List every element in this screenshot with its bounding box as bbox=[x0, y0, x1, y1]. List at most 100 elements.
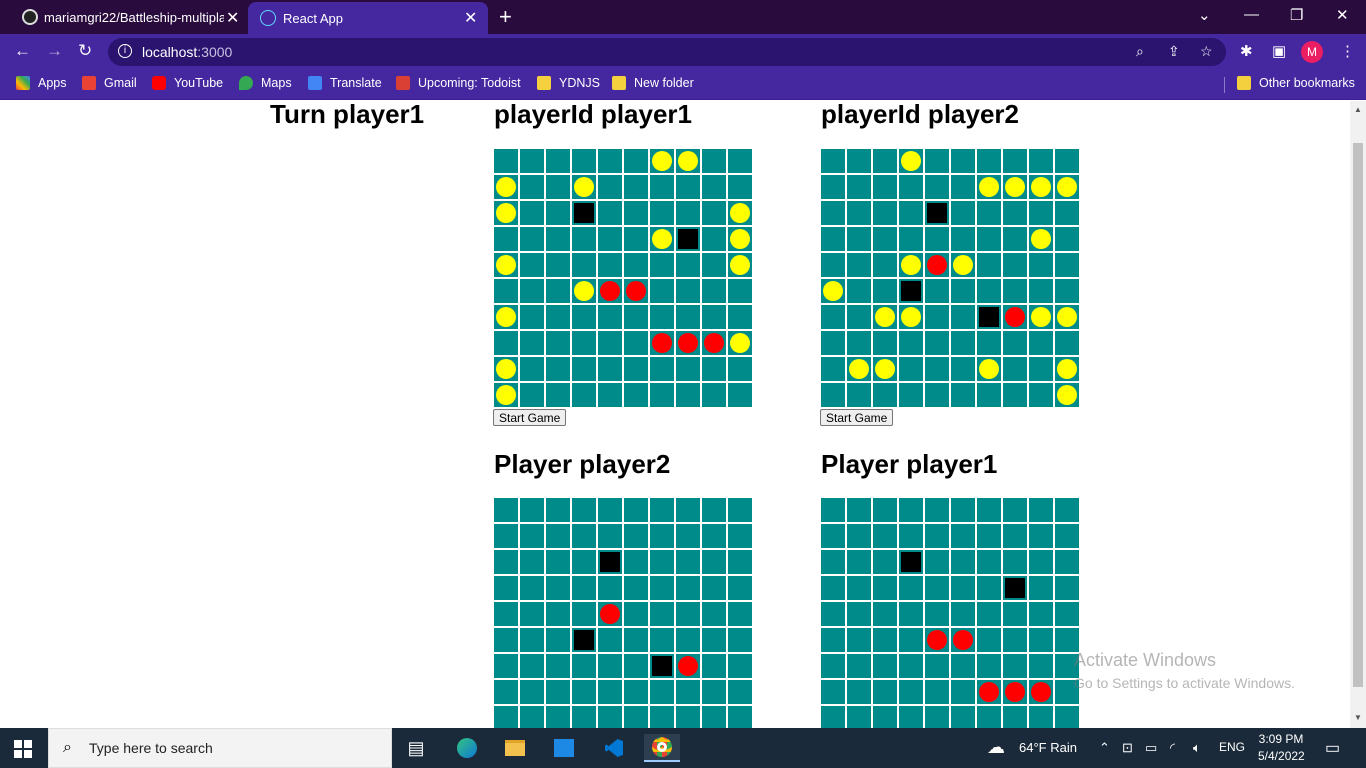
board-cell[interactable] bbox=[598, 576, 622, 600]
zoom-icon[interactable]: ⌕ bbox=[1136, 43, 1144, 60]
board-cell[interactable] bbox=[650, 550, 674, 574]
board-cell[interactable] bbox=[925, 383, 949, 407]
bookmark-gmail[interactable]: Gmail bbox=[82, 76, 137, 90]
board-cell[interactable] bbox=[873, 498, 897, 522]
board-cell[interactable] bbox=[1055, 227, 1079, 251]
board-cell[interactable] bbox=[899, 279, 923, 303]
board-cell[interactable] bbox=[1055, 357, 1079, 381]
board-cell[interactable] bbox=[899, 175, 923, 199]
board-cell[interactable] bbox=[925, 680, 949, 704]
board-cell[interactable] bbox=[520, 201, 544, 225]
board-cell[interactable] bbox=[520, 331, 544, 355]
board-cell[interactable] bbox=[821, 227, 845, 251]
board-cell[interactable] bbox=[650, 331, 674, 355]
board-cell[interactable] bbox=[899, 680, 923, 704]
board-cell[interactable] bbox=[728, 524, 752, 548]
close-tab-icon[interactable]: ✕ bbox=[226, 8, 239, 28]
restore-icon[interactable]: ❐ bbox=[1290, 6, 1303, 24]
board-cell[interactable] bbox=[951, 253, 975, 277]
board-cell[interactable] bbox=[925, 149, 949, 173]
board-cell[interactable] bbox=[598, 201, 622, 225]
board-cell[interactable] bbox=[1029, 305, 1053, 329]
board-cell[interactable] bbox=[676, 680, 700, 704]
url-bar[interactable]: i localhost:3000 ⌕ ⇪ ☆ bbox=[108, 38, 1226, 66]
board-cell[interactable] bbox=[1055, 331, 1079, 355]
board-cell[interactable] bbox=[546, 550, 570, 574]
board-cell[interactable] bbox=[899, 524, 923, 548]
board-cell[interactable] bbox=[650, 279, 674, 303]
board-cell[interactable] bbox=[702, 201, 726, 225]
reload-icon[interactable]: ↻ bbox=[78, 41, 92, 61]
board-cell[interactable] bbox=[925, 550, 949, 574]
tab-search-chevron-icon[interactable]: ⌄ bbox=[1198, 6, 1211, 24]
board-cell[interactable] bbox=[650, 227, 674, 251]
board-cell[interactable] bbox=[951, 654, 975, 678]
board-cell[interactable] bbox=[494, 227, 518, 251]
board-cell[interactable] bbox=[1055, 498, 1079, 522]
board-cell[interactable] bbox=[951, 680, 975, 704]
start-game-button-player1[interactable]: Start Game bbox=[493, 409, 567, 426]
board-cell[interactable] bbox=[598, 149, 622, 173]
board-cell[interactable] bbox=[624, 654, 648, 678]
board-cell[interactable] bbox=[1003, 279, 1027, 303]
board-cell[interactable] bbox=[847, 201, 871, 225]
board-cell[interactable] bbox=[728, 654, 752, 678]
board-cell[interactable] bbox=[728, 628, 752, 652]
board-cell[interactable] bbox=[899, 383, 923, 407]
weather-text[interactable]: 64°F Rain bbox=[1019, 740, 1077, 755]
board-cell[interactable] bbox=[977, 383, 1001, 407]
board-cell[interactable] bbox=[925, 253, 949, 277]
board-cell[interactable] bbox=[1029, 383, 1053, 407]
board-cell[interactable] bbox=[847, 279, 871, 303]
board-cell[interactable] bbox=[977, 227, 1001, 251]
board-cell[interactable] bbox=[925, 498, 949, 522]
board-cell[interactable] bbox=[925, 201, 949, 225]
board-cell[interactable] bbox=[624, 227, 648, 251]
board-cell[interactable] bbox=[676, 227, 700, 251]
board-cell[interactable] bbox=[572, 680, 596, 704]
board-cell[interactable] bbox=[821, 654, 845, 678]
board-cell[interactable] bbox=[572, 602, 596, 626]
board-cell[interactable] bbox=[520, 279, 544, 303]
media-player-icon[interactable] bbox=[546, 734, 582, 762]
board-cell[interactable] bbox=[873, 357, 897, 381]
board-cell[interactable] bbox=[977, 550, 1001, 574]
board-cell[interactable] bbox=[925, 331, 949, 355]
board-cell[interactable] bbox=[520, 602, 544, 626]
board-cell[interactable] bbox=[951, 331, 975, 355]
back-icon[interactable]: ← bbox=[14, 41, 31, 61]
board-cell[interactable] bbox=[951, 201, 975, 225]
board-cell[interactable] bbox=[494, 550, 518, 574]
board-cell[interactable] bbox=[702, 628, 726, 652]
board-cell[interactable] bbox=[572, 331, 596, 355]
board-cell[interactable] bbox=[951, 357, 975, 381]
board-cell[interactable] bbox=[572, 524, 596, 548]
board-cell[interactable] bbox=[598, 680, 622, 704]
board-cell[interactable] bbox=[728, 227, 752, 251]
board-cell[interactable] bbox=[728, 305, 752, 329]
board-cell[interactable] bbox=[598, 253, 622, 277]
board-cell[interactable] bbox=[925, 628, 949, 652]
board-cell[interactable] bbox=[1055, 253, 1079, 277]
board-cell[interactable] bbox=[598, 628, 622, 652]
board-cell[interactable] bbox=[598, 524, 622, 548]
board-cell[interactable] bbox=[598, 175, 622, 199]
taskbar-search-box[interactable]: ⌕ Type here to search bbox=[48, 728, 392, 768]
board-cell[interactable] bbox=[624, 550, 648, 574]
board-cell[interactable] bbox=[977, 149, 1001, 173]
edge-icon[interactable] bbox=[449, 734, 485, 762]
board-cell[interactable] bbox=[728, 680, 752, 704]
board-cell[interactable] bbox=[925, 227, 949, 251]
board-cell[interactable] bbox=[873, 279, 897, 303]
board-cell[interactable] bbox=[546, 706, 570, 728]
board-cell[interactable] bbox=[728, 576, 752, 600]
board-cell[interactable] bbox=[847, 175, 871, 199]
board-cell[interactable] bbox=[1003, 149, 1027, 173]
board-cell[interactable] bbox=[572, 279, 596, 303]
board-cell[interactable] bbox=[899, 201, 923, 225]
board-cell[interactable] bbox=[546, 253, 570, 277]
board-cell[interactable] bbox=[728, 602, 752, 626]
board-cell[interactable] bbox=[847, 524, 871, 548]
board-cell[interactable] bbox=[1055, 602, 1079, 626]
bookmark-apps[interactable]: Apps bbox=[16, 76, 67, 90]
